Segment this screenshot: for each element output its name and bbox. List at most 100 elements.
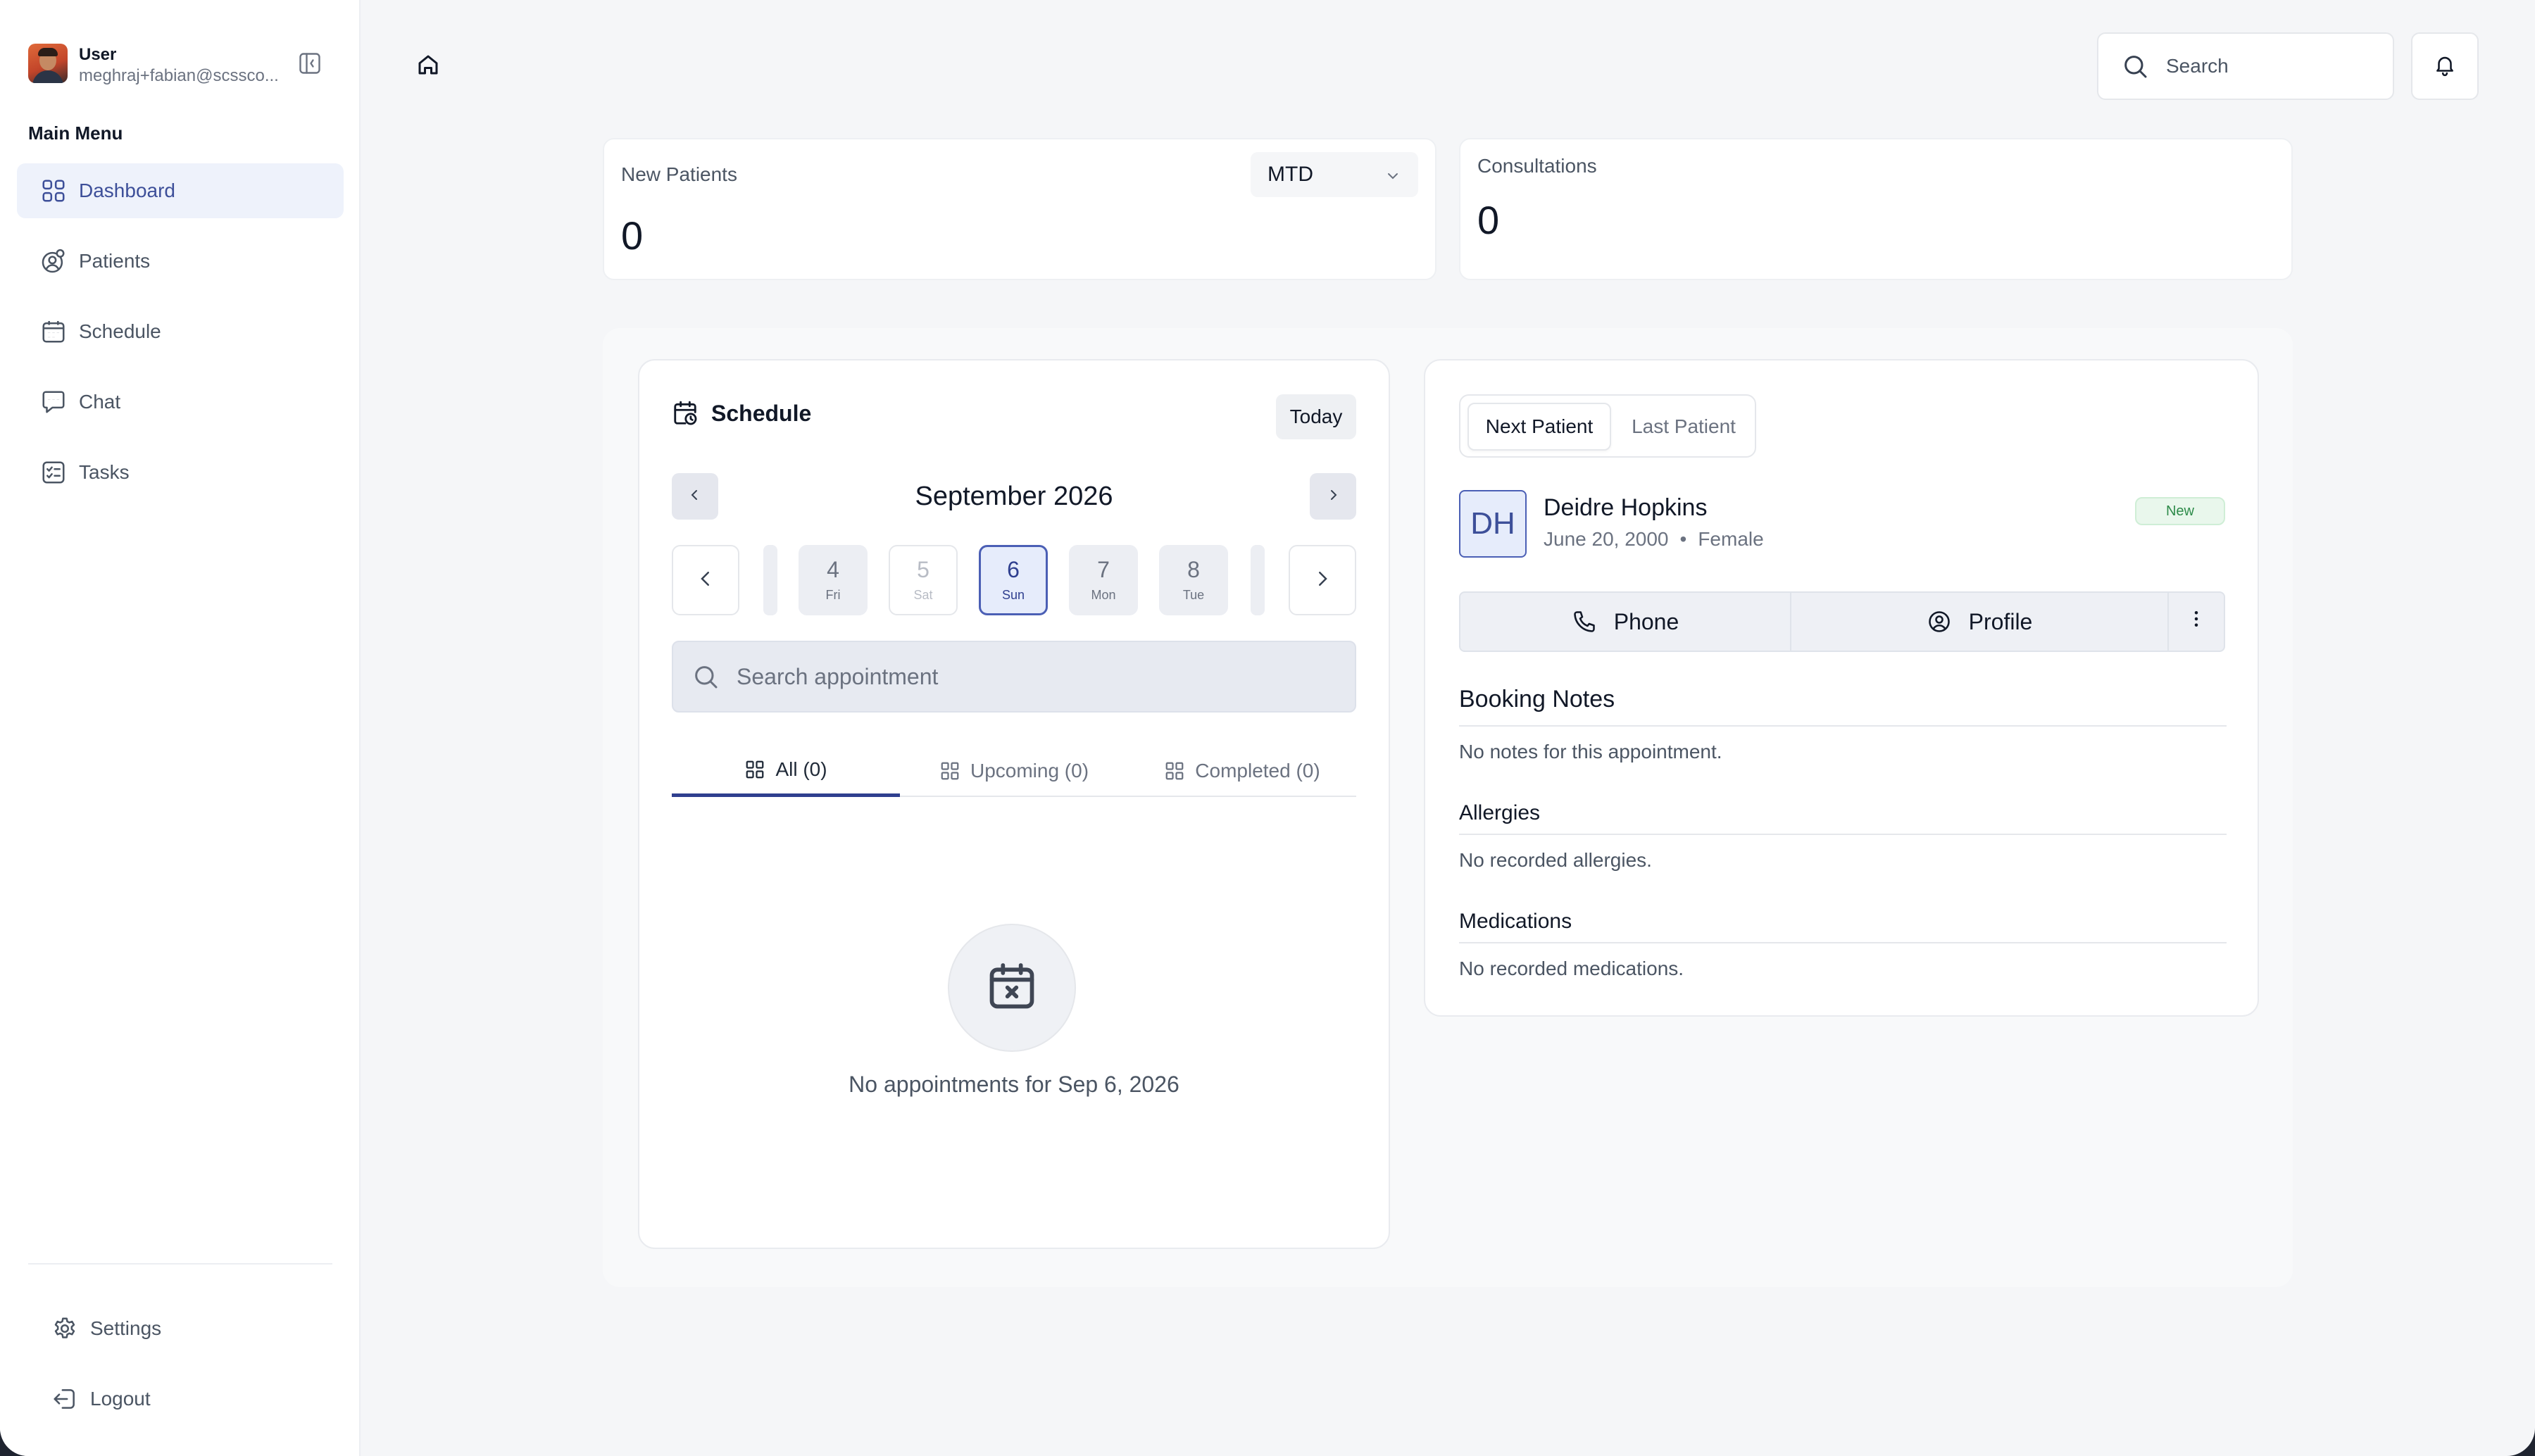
prev-days-button[interactable] [672, 545, 739, 615]
avatar [28, 44, 68, 83]
tab-last-patient[interactable]: Last Patient [1617, 403, 1751, 451]
grid-icon [1164, 760, 1185, 782]
sidebar-item-tasks[interactable]: Tasks [17, 445, 344, 500]
search-icon [691, 663, 720, 691]
period-select-value: MTD [1268, 163, 1313, 186]
sidebar-divider [28, 1263, 332, 1264]
calendar-clock-icon [672, 400, 699, 427]
empty-state-message: No appointments for Sep 6, 2026 [849, 1072, 1179, 1097]
gear-icon [51, 1314, 79, 1343]
booking-notes-text: No notes for this appointment. [1459, 741, 1722, 762]
period-select[interactable]: MTD [1251, 152, 1418, 197]
appointment-search-input[interactable] [737, 663, 1300, 690]
tasks-icon [39, 458, 68, 487]
sidebar-item-label: Chat [79, 391, 121, 413]
day-chip[interactable]: 5 Sat [889, 545, 958, 615]
user-profile[interactable]: User meghraj+fabian@scssco... [28, 44, 338, 86]
sidebar-item-label: Patients [79, 250, 151, 272]
day-name: Mon [1091, 588, 1116, 603]
patient-name: Deidre Hopkins [1544, 494, 1708, 521]
user-email: meghraj+fabian@scssco... [79, 66, 279, 85]
bell-icon [2433, 53, 2457, 80]
new-patients-card: New Patients 0 MTD [603, 138, 1436, 280]
medications-text: No recorded medications. [1459, 958, 1684, 979]
tab-label: Completed (0) [1195, 760, 1320, 782]
calendar-x-icon [985, 960, 1039, 1017]
separator-dot: • [1679, 528, 1687, 550]
consultations-value: 0 [1477, 198, 1500, 242]
patient-details: June 20, 2000 • Female [1544, 528, 1764, 551]
profile-button[interactable]: Profile [1791, 593, 2167, 651]
user-name: User [79, 45, 117, 64]
patients-icon [39, 247, 68, 275]
home-icon[interactable] [415, 52, 441, 77]
grid-icon [939, 760, 960, 782]
sidebar-item-patients[interactable]: Patients [17, 234, 344, 289]
logout-label: Logout [90, 1388, 151, 1410]
today-button[interactable]: Today [1276, 394, 1356, 439]
sidebar-item-label: Schedule [79, 320, 161, 342]
patient-tabs: Next Patient Last Patient [1459, 394, 1756, 458]
status-badge: New [2135, 497, 2225, 525]
sidebar-toggle-icon[interactable] [297, 51, 323, 76]
day-chip[interactable]: 8 Tue [1159, 545, 1228, 615]
chat-icon [39, 388, 68, 416]
patient-gender: Female [1698, 528, 1764, 550]
tab-all[interactable]: All (0) [672, 745, 900, 797]
dashboard-main: Schedule Today September 2026 4 Fri 5 Sa… [603, 328, 2293, 1287]
logout-icon [51, 1385, 79, 1413]
day-chip[interactable]: 4 Fri [799, 545, 868, 615]
chevron-right-icon [1312, 568, 1333, 593]
profile-label: Profile [1968, 608, 2033, 634]
day-chip-partial [1251, 545, 1265, 615]
new-patients-label: New Patients [621, 163, 737, 185]
more-vertical-icon [2186, 608, 2207, 635]
app-window: User meghraj+fabian@scssco... Main Menu … [0, 0, 2535, 1456]
patient-panel: Next Patient Last Patient DH Deidre Hopk… [1424, 359, 2259, 1017]
day-number: 7 [1097, 556, 1110, 582]
main-menu-label: Main Menu [28, 123, 123, 144]
new-patients-value: 0 [621, 213, 644, 258]
more-options-button[interactable] [2169, 593, 2224, 651]
day-name: Sun [1001, 588, 1025, 603]
patient-dob: June 20, 2000 [1544, 528, 1669, 550]
day-chip[interactable]: 7 Mon [1069, 545, 1138, 615]
global-search[interactable] [2097, 32, 2394, 100]
month-nav: September 2026 [672, 473, 1356, 521]
appointment-search[interactable] [672, 641, 1356, 713]
chevron-right-icon [1325, 487, 1341, 507]
consultations-card: Consultations 0 [1459, 138, 2293, 280]
day-number: 4 [827, 556, 839, 582]
sidebar-item-schedule[interactable]: Schedule [17, 304, 344, 359]
patient-actions: Phone Profile [1459, 591, 2225, 652]
sidebar-item-dashboard[interactable]: Dashboard [17, 163, 344, 218]
consultations-label: Consultations [1477, 155, 1597, 177]
search-icon [2121, 52, 2149, 80]
tab-completed[interactable]: Completed (0) [1128, 745, 1356, 797]
next-days-button[interactable] [1289, 545, 1356, 615]
day-chip-selected[interactable]: 6 Sun [979, 545, 1048, 615]
day-number: 6 [1007, 556, 1020, 582]
grid-icon [744, 759, 765, 780]
allergies-text: No recorded allergies. [1459, 849, 1652, 871]
day-number: 8 [1187, 556, 1200, 582]
schedule-title: Schedule [672, 400, 811, 427]
main-nav: Dashboard Patients Schedule Chat Tasks [17, 163, 344, 515]
schedule-panel: Schedule Today September 2026 4 Fri 5 Sa… [638, 359, 1390, 1249]
phone-button[interactable]: Phone [1460, 593, 1790, 651]
section-divider [1459, 942, 2227, 943]
tab-upcoming[interactable]: Upcoming (0) [900, 745, 1128, 797]
tab-label: All (0) [775, 758, 827, 780]
search-input[interactable] [2166, 55, 2377, 77]
sidebar-item-chat[interactable]: Chat [17, 375, 344, 429]
dashboard-icon [39, 177, 68, 205]
logout-button[interactable]: Logout [34, 1372, 330, 1426]
tab-next-patient[interactable]: Next Patient [1467, 403, 1611, 451]
next-month-button[interactable] [1310, 473, 1356, 520]
tab-label: Upcoming (0) [970, 760, 1089, 782]
notifications-button[interactable] [2411, 32, 2479, 100]
allergies-title: Allergies [1459, 801, 1541, 824]
sidebar: User meghraj+fabian@scssco... Main Menu … [0, 0, 361, 1456]
empty-state-illustration [948, 924, 1076, 1052]
settings-button[interactable]: Settings [34, 1301, 330, 1356]
